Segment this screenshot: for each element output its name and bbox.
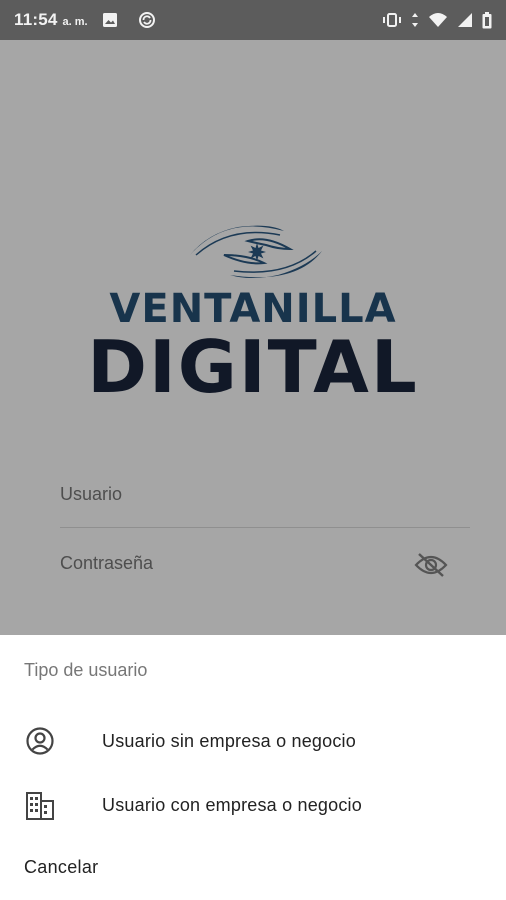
wifi-icon bbox=[429, 13, 447, 27]
status-ampm: a. m. bbox=[62, 15, 88, 28]
data-arrows-icon bbox=[412, 13, 418, 27]
battery-icon bbox=[482, 11, 492, 28]
account-circle-icon bbox=[24, 725, 56, 757]
hands-emblem-icon bbox=[190, 225, 322, 278]
status-bar: 11:54 a. m. bbox=[0, 0, 506, 40]
status-time: 11:54 bbox=[14, 10, 58, 29]
sync-icon bbox=[138, 12, 155, 28]
user-type-bottom-sheet: Tipo de usuario Usuario sin empresa o ne… bbox=[0, 635, 506, 900]
option-user-with-business[interactable]: Usuario con empresa o negocio bbox=[0, 777, 506, 833]
password-label: Contraseña bbox=[60, 553, 154, 573]
option-label: Usuario con empresa o negocio bbox=[102, 794, 362, 815]
option-label: Usuario sin empresa o negocio bbox=[102, 730, 356, 751]
password-field[interactable]: Contraseña bbox=[60, 537, 470, 597]
sheet-title: Tipo de usuario bbox=[24, 660, 148, 680]
brand-line-digital: DIGITAL bbox=[87, 325, 419, 409]
option-user-without-business[interactable]: Usuario sin empresa o negocio bbox=[0, 713, 506, 769]
cancel-button[interactable]: Cancelar bbox=[24, 857, 98, 878]
vibrate-icon bbox=[383, 13, 401, 27]
building-icon bbox=[24, 789, 56, 821]
image-icon bbox=[102, 13, 117, 27]
login-screen-scrim[interactable]: VENTANILLA DIGITAL Usuario Contraseña bbox=[0, 40, 506, 635]
username-label: Usuario bbox=[60, 484, 123, 504]
signal-icon bbox=[458, 13, 472, 27]
eye-off-icon[interactable] bbox=[414, 551, 448, 579]
username-field[interactable]: Usuario bbox=[60, 468, 470, 528]
